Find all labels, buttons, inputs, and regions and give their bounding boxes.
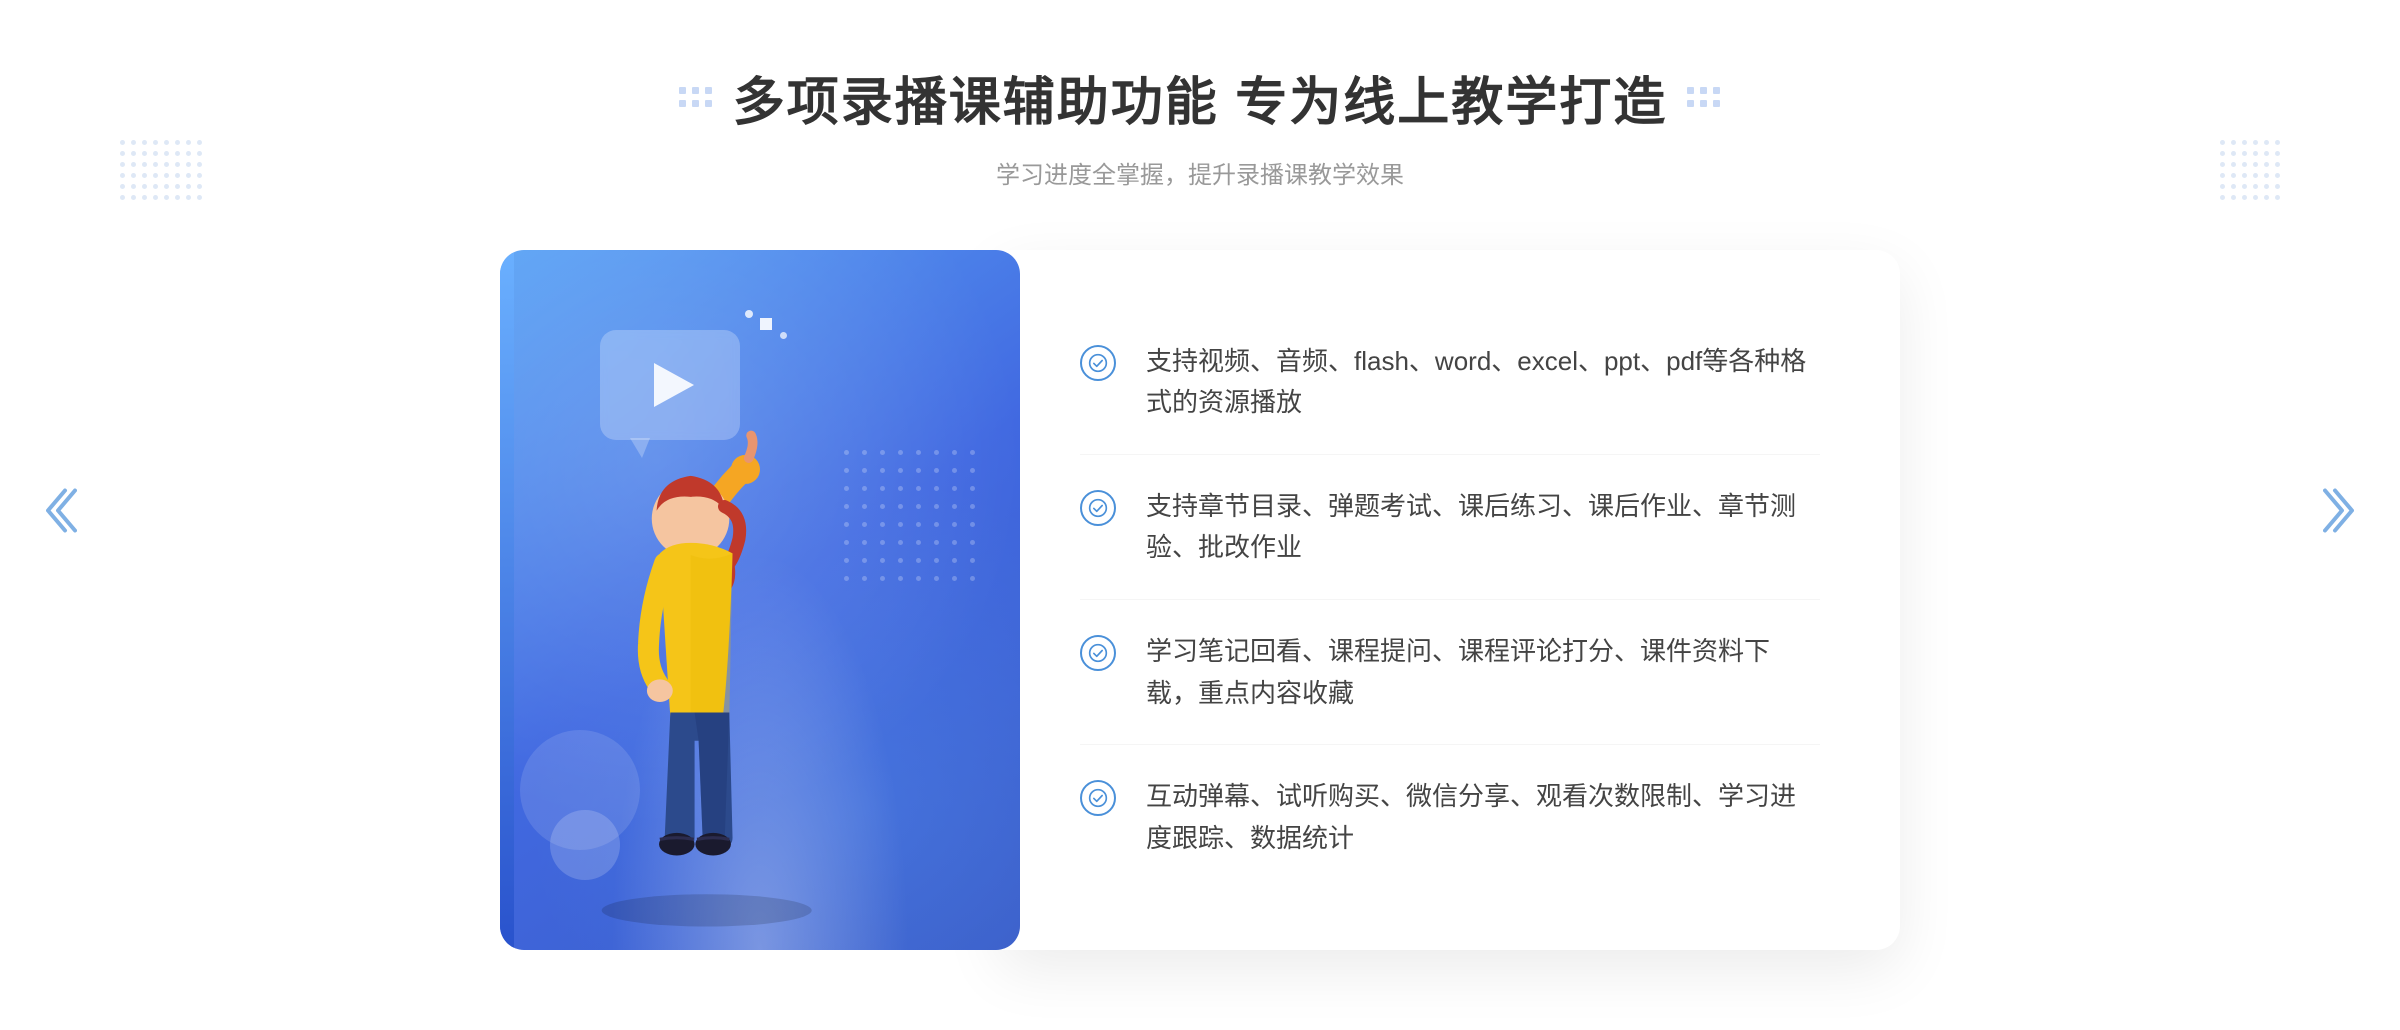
feature-text-3: 学习笔记回看、课程提问、课程评论打分、课件资料下载，重点内容收藏 <box>1146 631 1820 714</box>
header-section: 多项录播课辅助功能 专为线上教学打造 学习进度全掌握，提升录播课教学效果 <box>679 60 1721 190</box>
feature-item-4: 互动弹幕、试听购买、微信分享、观看次数限制、学习进度跟踪、数据统计 <box>1080 746 1820 889</box>
left-chevron[interactable] <box>40 486 80 545</box>
check-icon-2 <box>1080 490 1116 526</box>
feature-item-1: 支持视频、音频、flash、word、excel、ppt、pdf等各种格式的资源… <box>1080 311 1820 455</box>
main-title: 多项录播课辅助功能 专为线上教学打造 <box>733 60 1667 135</box>
illustration-card: for(let i=0;i<64;i++) document.currentSc… <box>500 250 1020 950</box>
person-illustration <box>500 250 1020 950</box>
features-card: 支持视频、音频、flash、word、excel、ppt、pdf等各种格式的资源… <box>1000 250 1900 950</box>
page-container: for(let i=0;i<48;i++) document.currentSc… <box>0 0 2400 1030</box>
check-icon-1 <box>1080 345 1116 381</box>
check-icon-3 <box>1080 635 1116 671</box>
feature-text-1: 支持视频、音频、flash、word、excel、ppt、pdf等各种格式的资源… <box>1146 341 1820 424</box>
feature-item-2: 支持章节目录、弹题考试、课后练习、课后作业、章节测验、批改作业 <box>1080 456 1820 600</box>
title-deco-left <box>679 87 713 108</box>
content-section: for(let i=0;i<64;i++) document.currentSc… <box>500 250 1900 950</box>
check-icon-4 <box>1080 780 1116 816</box>
feature-text-2: 支持章节目录、弹题考试、课后练习、课后作业、章节测验、批改作业 <box>1146 486 1820 569</box>
feature-item-3: 学习笔记回看、课程提问、课程评论打分、课件资料下载，重点内容收藏 <box>1080 601 1820 745</box>
deco-dots-left-top: for(let i=0;i<48;i++) document.currentSc… <box>120 140 202 200</box>
feature-text-4: 互动弹幕、试听购买、微信分享、观看次数限制、学习进度跟踪、数据统计 <box>1146 776 1820 859</box>
title-deco-right <box>1687 87 1721 108</box>
main-subtitle: 学习进度全掌握，提升录播课教学效果 <box>679 155 1721 190</box>
title-row: 多项录播课辅助功能 专为线上教学打造 <box>679 60 1721 135</box>
deco-dots-right-top: for(let i=0;i<36;i++) document.currentSc… <box>2220 140 2280 200</box>
right-chevron[interactable] <box>2320 486 2360 545</box>
